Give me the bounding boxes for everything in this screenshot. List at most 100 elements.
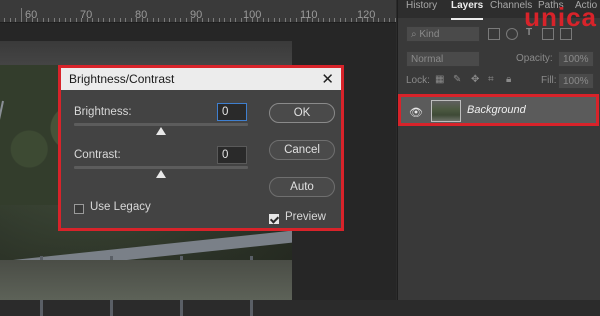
lock-artboard-icon[interactable]: ⌗ xyxy=(488,74,494,85)
shape-filter-icon[interactable] xyxy=(542,28,554,40)
ruler-tick xyxy=(378,18,379,22)
ruler-tick xyxy=(158,18,159,22)
brightness-input[interactable] xyxy=(217,103,247,121)
ruler-tick xyxy=(290,18,291,22)
cancel-button[interactable]: Cancel xyxy=(269,140,335,160)
layer-filter-row: ⌕ Kind T xyxy=(398,23,600,45)
horizontal-ruler: 60 70 80 90 100 110 120 xyxy=(0,0,396,23)
ruler-tick xyxy=(108,18,110,22)
ruler-tick xyxy=(202,18,203,22)
ruler-tick xyxy=(251,18,253,22)
ruler-tick xyxy=(86,18,88,22)
ruler-tick xyxy=(136,18,137,22)
ruler-tick xyxy=(317,18,319,22)
ruler-tick xyxy=(70,18,71,22)
ruler-label: 110 xyxy=(300,9,318,21)
lock-all-icon[interactable]: 🔒︎ xyxy=(506,74,511,85)
ruler-tick xyxy=(169,18,170,22)
ruler-tick xyxy=(361,18,363,22)
brightness-slider-thumb[interactable] xyxy=(156,127,166,135)
ruler-tick xyxy=(75,18,77,22)
contrast-slider-thumb[interactable] xyxy=(156,170,166,178)
ruler-tick xyxy=(345,18,346,22)
tab-layers[interactable]: Layers xyxy=(451,0,484,20)
ruler-tick xyxy=(367,18,368,22)
ruler-tick xyxy=(312,18,313,22)
ruler-tick xyxy=(257,18,258,22)
fill-input[interactable]: 100% xyxy=(558,73,594,89)
ruler-tick xyxy=(174,18,176,22)
image-ground xyxy=(0,260,292,300)
ruler-tick xyxy=(389,18,390,22)
layer-name[interactable]: Background xyxy=(467,104,526,116)
ruler-tick xyxy=(207,18,209,22)
preview-checkbox[interactable] xyxy=(269,214,279,224)
ruler-tick xyxy=(9,18,11,22)
ruler-tick xyxy=(229,18,231,22)
ruler-tick xyxy=(383,18,385,22)
lock-row: Lock: ▦ ✎ ✥ ⌗ 🔒︎ Fill: 100% xyxy=(398,70,600,92)
ruler-tick xyxy=(196,18,198,22)
ruler-tick xyxy=(356,18,357,22)
ruler-tick xyxy=(218,18,220,22)
ruler-tick xyxy=(114,18,115,22)
ruler-tick xyxy=(224,18,225,22)
kind-filter-label: Kind xyxy=(419,29,440,40)
ruler-tick xyxy=(130,18,132,22)
ruler-tick xyxy=(284,18,286,22)
close-icon[interactable]: ✕ xyxy=(321,70,334,88)
contrast-input[interactable] xyxy=(217,146,247,164)
ok-button[interactable]: OK xyxy=(269,103,335,123)
ruler-tick xyxy=(306,18,308,22)
ruler-tick xyxy=(185,18,187,22)
opacity-input[interactable]: 100% xyxy=(558,51,594,67)
kind-filter-select[interactable]: ⌕ Kind xyxy=(406,26,480,42)
ruler-tick xyxy=(15,18,16,22)
ruler-tick xyxy=(81,18,82,22)
ruler-tick xyxy=(152,18,154,22)
tab-history[interactable]: History xyxy=(406,0,437,18)
blend-row: Normal Opacity: 100% xyxy=(398,48,600,70)
ruler-tick xyxy=(334,18,335,22)
eye-icon[interactable]: 👁︎ xyxy=(409,106,423,119)
lock-label: Lock: xyxy=(406,75,430,86)
ruler-tick xyxy=(339,18,341,22)
contrast-slider-track[interactable] xyxy=(74,166,248,169)
preview-label[interactable]: Preview xyxy=(285,211,326,223)
blend-mode-select[interactable]: Normal xyxy=(406,51,480,67)
ruler-tick xyxy=(125,18,126,22)
ruler-tick xyxy=(141,18,143,22)
ruler-tick xyxy=(92,18,93,22)
ruler-tick xyxy=(328,18,330,22)
use-legacy-checkbox[interactable] xyxy=(74,204,84,214)
pixel-filter-icon[interactable] xyxy=(488,28,500,40)
brightness-contrast-dialog: Brightness/Contrast ✕ Brightness: Contra… xyxy=(58,65,344,231)
dialog-titlebar[interactable]: Brightness/Contrast ✕ xyxy=(61,68,341,90)
ruler-tick xyxy=(273,18,275,22)
dialog-title: Brightness/Contrast xyxy=(69,72,175,86)
lock-brush-icon[interactable]: ✎ xyxy=(453,74,461,85)
lock-pixels-icon[interactable]: ▦ xyxy=(435,74,444,85)
ruler-tick xyxy=(235,18,236,22)
ruler-tick xyxy=(119,18,121,22)
use-legacy-label[interactable]: Use Legacy xyxy=(90,201,151,213)
auto-button[interactable]: Auto xyxy=(269,177,335,197)
ruler-tick xyxy=(20,8,22,22)
ruler-tick xyxy=(279,18,280,22)
brightness-label: Brightness: xyxy=(74,106,132,118)
adjustment-filter-icon[interactable] xyxy=(506,28,518,40)
type-filter-icon[interactable]: T xyxy=(526,27,532,38)
ruler-tick xyxy=(350,18,352,22)
ruler-tick xyxy=(163,18,165,22)
ruler-tick xyxy=(53,18,55,22)
lock-move-icon[interactable]: ✥ xyxy=(471,74,479,85)
ruler-tick xyxy=(64,18,66,22)
layer-row-background[interactable]: 👁︎ Background xyxy=(398,94,599,126)
ruler-tick xyxy=(301,18,302,22)
smart-object-filter-icon[interactable] xyxy=(560,28,572,40)
layer-thumbnail xyxy=(431,100,461,122)
ruler-tick xyxy=(37,18,38,22)
brightness-slider-track[interactable] xyxy=(74,123,248,126)
ruler-tick xyxy=(295,18,297,22)
ruler-tick xyxy=(262,18,264,22)
